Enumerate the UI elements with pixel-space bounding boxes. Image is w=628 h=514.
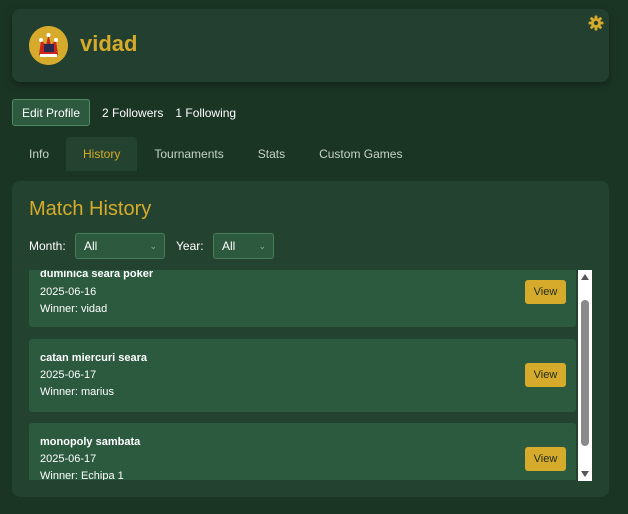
edit-profile-button[interactable]: Edit Profile (12, 99, 91, 126)
match-card: catan miercuri seara 2025-06-17 Winner: … (29, 339, 576, 412)
match-winner: Winner: marius (40, 386, 114, 398)
match-winner: Winner: Echipa 1 (40, 470, 124, 480)
match-history-panel: Match History Month: All ⌄ Year: All ⌄ d… (12, 181, 609, 497)
match-name: catan miercuri seara (40, 352, 148, 364)
scrollbar[interactable] (578, 270, 592, 481)
following-link[interactable]: 1 Following (175, 106, 236, 120)
scroll-down-icon[interactable] (581, 471, 589, 477)
match-name: monopoly sambata (40, 436, 141, 448)
match-winner: Winner: vidad (40, 303, 108, 315)
section-title: Match History (29, 198, 152, 220)
match-date: 2025-06-16 (40, 286, 97, 298)
avatar (29, 26, 68, 65)
tab-history[interactable]: History (66, 137, 138, 171)
year-select[interactable]: All ⌄ (213, 233, 274, 259)
followers-link[interactable]: 2 Followers (102, 106, 163, 120)
month-select-value: All (84, 239, 98, 253)
profile-tabs: Info History Tournaments Stats Custom Ga… (12, 137, 419, 171)
match-list[interactable]: duminica seara poker 2025-06-16 Winner: … (29, 270, 576, 480)
tab-info[interactable]: Info (12, 137, 66, 171)
month-select[interactable]: All ⌄ (75, 233, 165, 259)
view-button[interactable]: View (525, 447, 566, 471)
tab-custom-games[interactable]: Custom Games (302, 137, 419, 171)
profile-actions: Edit Profile 2 Followers 1 Following (12, 99, 236, 126)
scrollbar-thumb[interactable] (581, 300, 589, 446)
username: vidad (80, 31, 138, 56)
match-date: 2025-06-17 (40, 369, 97, 381)
match-name: duminica seara poker (40, 270, 154, 280)
match-date: 2025-06-17 (40, 453, 97, 465)
month-label: Month: (29, 239, 66, 253)
profile-header: vidad (12, 9, 609, 82)
view-button[interactable]: View (525, 280, 566, 304)
tab-stats[interactable]: Stats (241, 137, 302, 171)
year-label: Year: (176, 239, 204, 253)
match-card: duminica seara poker 2025-06-16 Winner: … (29, 270, 576, 327)
chevron-down-icon: ⌄ (258, 241, 266, 251)
chevron-down-icon: ⌄ (149, 241, 157, 251)
tab-tournaments[interactable]: Tournaments (137, 137, 240, 171)
match-card: monopoly sambata 2025-06-17 Winner: Echi… (29, 423, 576, 480)
year-select-value: All (222, 239, 236, 253)
jester-icon (29, 26, 68, 65)
gear-icon[interactable] (588, 15, 604, 31)
view-button[interactable]: View (525, 363, 566, 387)
scroll-up-icon[interactable] (581, 274, 589, 280)
